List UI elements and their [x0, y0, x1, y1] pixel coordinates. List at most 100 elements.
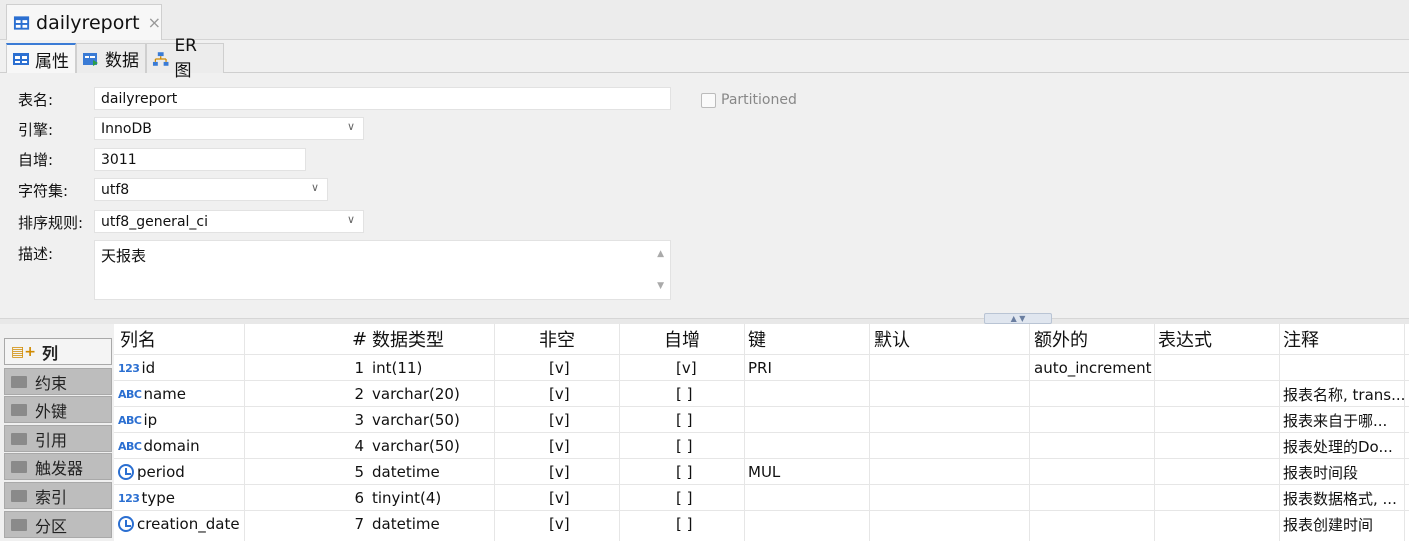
- cell-ordinal[interactable]: 4: [352, 433, 364, 459]
- cell-not-null[interactable]: [v]: [549, 355, 589, 381]
- table-row[interactable]: creation_date 7 datetime [v] [ ] 报表创建时间: [114, 510, 1409, 536]
- cell-auto-increment[interactable]: [ ]: [676, 511, 716, 537]
- cell-datatype[interactable]: varchar(20): [372, 381, 492, 407]
- cell-expression[interactable]: [1158, 511, 1276, 537]
- cell-extra[interactable]: [1034, 381, 1152, 407]
- cell-comment[interactable]: 报表创建时间: [1283, 511, 1407, 537]
- table-row[interactable]: 123 id 1 int(11) [v] [v] PRI auto_increment: [114, 354, 1409, 380]
- cell-datatype[interactable]: datetime: [372, 459, 492, 485]
- cell-ordinal[interactable]: 6: [352, 485, 364, 511]
- cell-comment[interactable]: [1283, 355, 1407, 381]
- cell-not-null[interactable]: [v]: [549, 485, 589, 511]
- cell-expression[interactable]: [1158, 407, 1276, 433]
- nav-partitions[interactable]: 分区: [4, 511, 112, 538]
- column-header-auto-increment[interactable]: 自增: [664, 324, 700, 354]
- cell-column-name[interactable]: ABC domain: [118, 433, 242, 459]
- cell-key[interactable]: MUL: [748, 459, 858, 485]
- cell-not-null[interactable]: [v]: [549, 407, 589, 433]
- scroll-up-icon[interactable]: ▲: [657, 249, 664, 259]
- splitter-toggle-handle[interactable]: ▲ ▼: [984, 313, 1052, 324]
- cell-comment[interactable]: 报表处理的Do...: [1283, 433, 1407, 459]
- column-header-ordinal[interactable]: #: [352, 324, 367, 354]
- cell-default[interactable]: [874, 459, 1024, 485]
- column-header-not-null[interactable]: 非空: [539, 324, 575, 354]
- cell-key[interactable]: [748, 407, 858, 433]
- cell-expression[interactable]: [1158, 485, 1276, 511]
- cell-auto-increment[interactable]: [ ]: [676, 407, 716, 433]
- description-textarea[interactable]: 天报表 ▲ ▼: [94, 240, 671, 300]
- cell-auto-increment[interactable]: [ ]: [676, 381, 716, 407]
- table-row[interactable]: ABC name 2 varchar(20) [v] [ ] 报表名称, trans...: [114, 380, 1409, 406]
- cell-expression[interactable]: [1158, 459, 1276, 485]
- cell-datatype[interactable]: int(11): [372, 355, 492, 381]
- nav-columns[interactable]: ▤+ 列: [4, 338, 112, 365]
- close-icon[interactable]: ×: [148, 13, 161, 32]
- cell-extra[interactable]: [1034, 485, 1152, 511]
- cell-default[interactable]: [874, 433, 1024, 459]
- table-row[interactable]: ABC domain 4 varchar(50) [v] [ ] 报表处理的Do...: [114, 432, 1409, 458]
- cell-default[interactable]: [874, 511, 1024, 537]
- cell-column-name[interactable]: 123 type: [118, 485, 242, 511]
- partitioned-checkbox[interactable]: Partitioned: [701, 92, 797, 108]
- tab-er-diagram[interactable]: ER 图: [146, 36, 224, 81]
- cell-datatype[interactable]: tinyint(4): [372, 485, 492, 511]
- cell-auto-increment[interactable]: [v]: [676, 355, 716, 381]
- cell-ordinal[interactable]: 2: [352, 381, 364, 407]
- cell-datatype[interactable]: varchar(50): [372, 433, 492, 459]
- cell-not-null[interactable]: [v]: [549, 381, 589, 407]
- cell-default[interactable]: [874, 485, 1024, 511]
- table-row[interactable]: 123 type 6 tinyint(4) [v] [ ] 报表数据格式, ...: [114, 484, 1409, 510]
- nav-indexes[interactable]: 索引: [4, 482, 112, 509]
- cell-not-null[interactable]: [v]: [549, 511, 589, 537]
- cell-key[interactable]: [748, 485, 858, 511]
- cell-comment[interactable]: 报表时间段: [1283, 459, 1407, 485]
- cell-expression[interactable]: [1158, 355, 1276, 381]
- cell-key[interactable]: [748, 511, 858, 537]
- column-header-name[interactable]: 列名: [120, 324, 156, 354]
- engine-select[interactable]: InnoDB ∨: [94, 117, 364, 140]
- table-row[interactable]: period 5 datetime [v] [ ] MUL 报表时间段: [114, 458, 1409, 484]
- cell-comment[interactable]: 报表名称, trans...: [1283, 381, 1407, 407]
- auto-increment-input[interactable]: 3011: [94, 148, 306, 171]
- cell-extra[interactable]: [1034, 407, 1152, 433]
- cell-extra[interactable]: [1034, 433, 1152, 459]
- column-header-comment[interactable]: 注释: [1283, 324, 1319, 354]
- cell-not-null[interactable]: [v]: [549, 459, 589, 485]
- nav-foreign-keys[interactable]: 外键: [4, 396, 112, 423]
- cell-key[interactable]: [748, 381, 858, 407]
- column-header-expression[interactable]: 表达式: [1158, 324, 1212, 354]
- cell-column-name[interactable]: creation_date: [118, 511, 242, 537]
- charset-select[interactable]: utf8 ∨: [94, 178, 328, 201]
- cell-auto-increment[interactable]: [ ]: [676, 485, 716, 511]
- collation-select[interactable]: utf8_general_ci ∨: [94, 210, 364, 233]
- cell-not-null[interactable]: [v]: [549, 433, 589, 459]
- cell-ordinal[interactable]: 5: [352, 459, 364, 485]
- cell-datatype[interactable]: varchar(50): [372, 407, 492, 433]
- cell-auto-increment[interactable]: [ ]: [676, 433, 716, 459]
- tab-properties[interactable]: 属性: [6, 43, 76, 73]
- cell-default[interactable]: [874, 355, 1024, 381]
- table-row[interactable]: ABC ip 3 varchar(50) [v] [ ] 报表来自于哪...: [114, 406, 1409, 432]
- cell-column-name[interactable]: ABC name: [118, 381, 242, 407]
- cell-extra[interactable]: [1034, 459, 1152, 485]
- cell-expression[interactable]: [1158, 381, 1276, 407]
- cell-ordinal[interactable]: 3: [352, 407, 364, 433]
- cell-ordinal[interactable]: 1: [352, 355, 364, 381]
- checkbox-box[interactable]: [701, 92, 716, 108]
- cell-ordinal[interactable]: 7: [352, 511, 364, 537]
- nav-triggers[interactable]: 触发器: [4, 453, 112, 480]
- table-name-input[interactable]: dailyreport: [94, 87, 671, 110]
- editor-tab-dailyreport[interactable]: dailyreport ×: [6, 4, 162, 40]
- cell-datatype[interactable]: datetime: [372, 511, 492, 537]
- scroll-down-icon[interactable]: ▼: [657, 281, 664, 291]
- cell-key[interactable]: PRI: [748, 355, 858, 381]
- nav-constraints[interactable]: 约束: [4, 368, 112, 395]
- cell-default[interactable]: [874, 407, 1024, 433]
- cell-key[interactable]: [748, 433, 858, 459]
- cell-auto-increment[interactable]: [ ]: [676, 459, 716, 485]
- cell-default[interactable]: [874, 381, 1024, 407]
- cell-extra[interactable]: auto_increment: [1034, 355, 1152, 381]
- columns-grid[interactable]: 列名 # 数据类型 非空 自增 键 默认 额外的 表达式 注释 123 id 1 in…: [114, 324, 1409, 541]
- nav-references[interactable]: 引用: [4, 425, 112, 452]
- cell-column-name[interactable]: period: [118, 459, 242, 485]
